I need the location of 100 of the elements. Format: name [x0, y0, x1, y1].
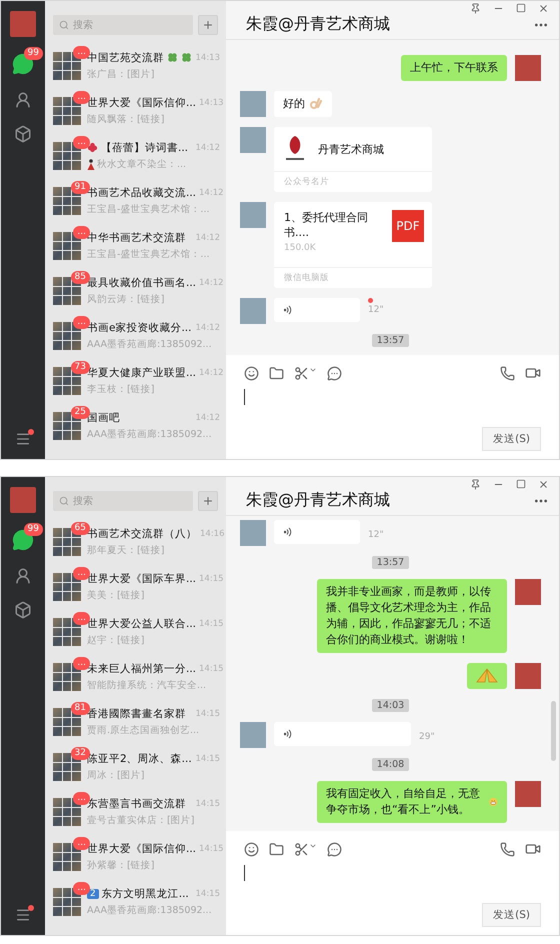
unread-badge: ... [73, 316, 90, 328]
unread-badge: 91 [70, 180, 90, 194]
unread-badge: ... [73, 136, 90, 148]
unread-badge: ... [73, 882, 90, 894]
unread-badge: ... [73, 90, 90, 104]
chat-preview: 王宝昌-盛世宝典艺术馆：... [87, 202, 210, 216]
message-input[interactable]: 发送(S) [226, 831, 559, 935]
voice-duration: 12" [368, 530, 384, 540]
chat-name: 【蓓蕾】诗词書... [101, 140, 188, 154]
chat-preview: 贾雨.原生态国画独创艺... [87, 724, 200, 736]
search-icon [59, 496, 69, 506]
chat-preview: 美美：[链接] [87, 588, 144, 602]
chat-name: 未来巨人福州第一分... [87, 662, 196, 676]
unread-badge: ... [73, 656, 90, 670]
chat-preview: AAA墨香苑画廊:1385092... [87, 904, 212, 916]
message-input[interactable]: 发送(S) [226, 355, 559, 459]
folded-hands-drawing [476, 668, 498, 684]
unread-badge: ... [73, 612, 90, 624]
text-cursor [244, 389, 245, 405]
chat-preview: 壹号古董实体店：[图片] [87, 814, 194, 826]
screenshot-icon[interactable] [294, 366, 317, 380]
text-cursor [244, 865, 245, 881]
chat-name: 书画艺术交流群（八） [87, 526, 197, 540]
card-title: 丹青艺术商城 [318, 142, 384, 156]
pdf-icon: PDF [392, 210, 424, 242]
contacts-icon[interactable] [14, 91, 32, 109]
message-bubble: 好的 [274, 91, 332, 117]
chat-preview: 赵宇：[链接] [87, 634, 144, 646]
voice-wave-icon [284, 305, 292, 315]
folder-icon[interactable] [269, 842, 284, 856]
chat-preview: 那年夏天：[链接] [87, 544, 164, 556]
phone-icon[interactable] [500, 842, 515, 856]
chat-name: 东方文明黑龙江... [102, 886, 189, 900]
cube-icon[interactable] [14, 601, 32, 619]
unread-badge: 25 [70, 406, 90, 418]
chat-name: 书画艺术品收藏交流... [87, 186, 196, 200]
emoji-icon[interactable] [244, 366, 259, 380]
message-bubble: 我并非专业画家，而是教师，以传播、倡导文化艺术理念为主，作品为辅，因此，作品寥寥无几；不适合你们的商业模式。谢谢啦！ [317, 579, 507, 653]
send-button[interactable]: 发送(S) [482, 427, 541, 451]
plus-icon [202, 19, 214, 31]
voice-wave-icon [284, 729, 292, 739]
unread-badge: ... [73, 566, 90, 580]
flower-icon [87, 142, 98, 153]
maximize-icon[interactable] [516, 479, 526, 489]
chat-name: 最具收藏价值书画名... [87, 276, 196, 290]
send-button[interactable]: 发送(S) [482, 903, 541, 927]
chat-preview: AAA墨香苑画廊:1385092... [87, 428, 212, 440]
add-button[interactable] [198, 491, 218, 511]
timestamp: 13:57 [372, 556, 410, 569]
card-footer: 公众号名片 [274, 171, 432, 192]
chat-bubble-icon[interactable] [327, 366, 342, 380]
unread-badge: 73 [70, 360, 90, 374]
chat-name: 书画e家投资收藏分... [87, 320, 192, 334]
chat-name: 东营墨言书画交流群 [87, 796, 186, 810]
search-icon [59, 20, 69, 30]
unread-badge: ... [73, 792, 90, 804]
file-name: 1、委托代理合同书.... [284, 210, 369, 240]
timestamp: 13:57 [372, 334, 410, 347]
chat-preview: 周冰：[图片] [87, 768, 144, 782]
phone-icon[interactable] [500, 366, 515, 380]
chat-preview: 随风飘落：[链接] [87, 112, 164, 126]
chat-preview: 智能防撞系统：汽车安全... [87, 678, 206, 692]
voice-duration: 12" [368, 305, 384, 315]
cube-icon[interactable] [14, 125, 32, 143]
unread-badge: ... [73, 836, 90, 850]
pin-icon[interactable] [470, 3, 481, 14]
timestamp: 14:08 [372, 758, 410, 771]
unread-badge: 99 [24, 523, 43, 536]
unread-badge: 85 [70, 270, 90, 284]
chat-title: 朱霞@丹青艺术商城 [246, 14, 390, 35]
chat-preview: 孙紫馨：[链接] [87, 858, 154, 872]
chat-preview: 风韵云涛：[链接] [87, 292, 164, 306]
chat-bubble-icon[interactable] [327, 842, 342, 856]
unread-badge: 99 [24, 47, 43, 60]
contacts-icon[interactable] [14, 567, 32, 585]
chat-preview: 秋水文章不染尘：... [97, 158, 186, 170]
menu-icon[interactable] [15, 907, 31, 923]
folder-icon[interactable] [269, 366, 284, 380]
chat-preview: 王宝昌-盛世宝典艺术馆：... [87, 248, 210, 260]
chat-title: 朱霞@丹青艺术商城 [246, 490, 390, 511]
screenshot-icon[interactable] [294, 842, 317, 856]
timestamp: 14:03 [372, 699, 410, 712]
chat-preview: AAA墨香苑画廊:1385092... [87, 338, 212, 350]
close-icon[interactable] [538, 3, 549, 14]
message-bubble: 上午忙，下午联系 [401, 55, 507, 81]
unread-badge: 65 [70, 522, 90, 534]
scrollbar[interactable] [551, 701, 556, 761]
add-button[interactable] [198, 15, 218, 35]
seal-logo [284, 135, 306, 163]
message-bubble: 我有固定收入，自给自足，无意争夺市场，也“看不上”小钱。 [317, 781, 507, 823]
pin-icon[interactable] [470, 479, 481, 490]
emoji-icon[interactable] [244, 842, 259, 856]
chat-name: 香港國際書畫名家群 [87, 706, 186, 720]
close-icon[interactable] [538, 479, 549, 490]
chat-preview: 张广昌：[图片] [87, 68, 154, 80]
menu-icon[interactable] [15, 431, 31, 447]
voice-duration: 29" [419, 732, 435, 742]
chat-preview: 李玉枝：[链接] [87, 382, 154, 396]
maximize-icon[interactable] [516, 3, 526, 13]
file-size: 150.0K [284, 243, 317, 253]
